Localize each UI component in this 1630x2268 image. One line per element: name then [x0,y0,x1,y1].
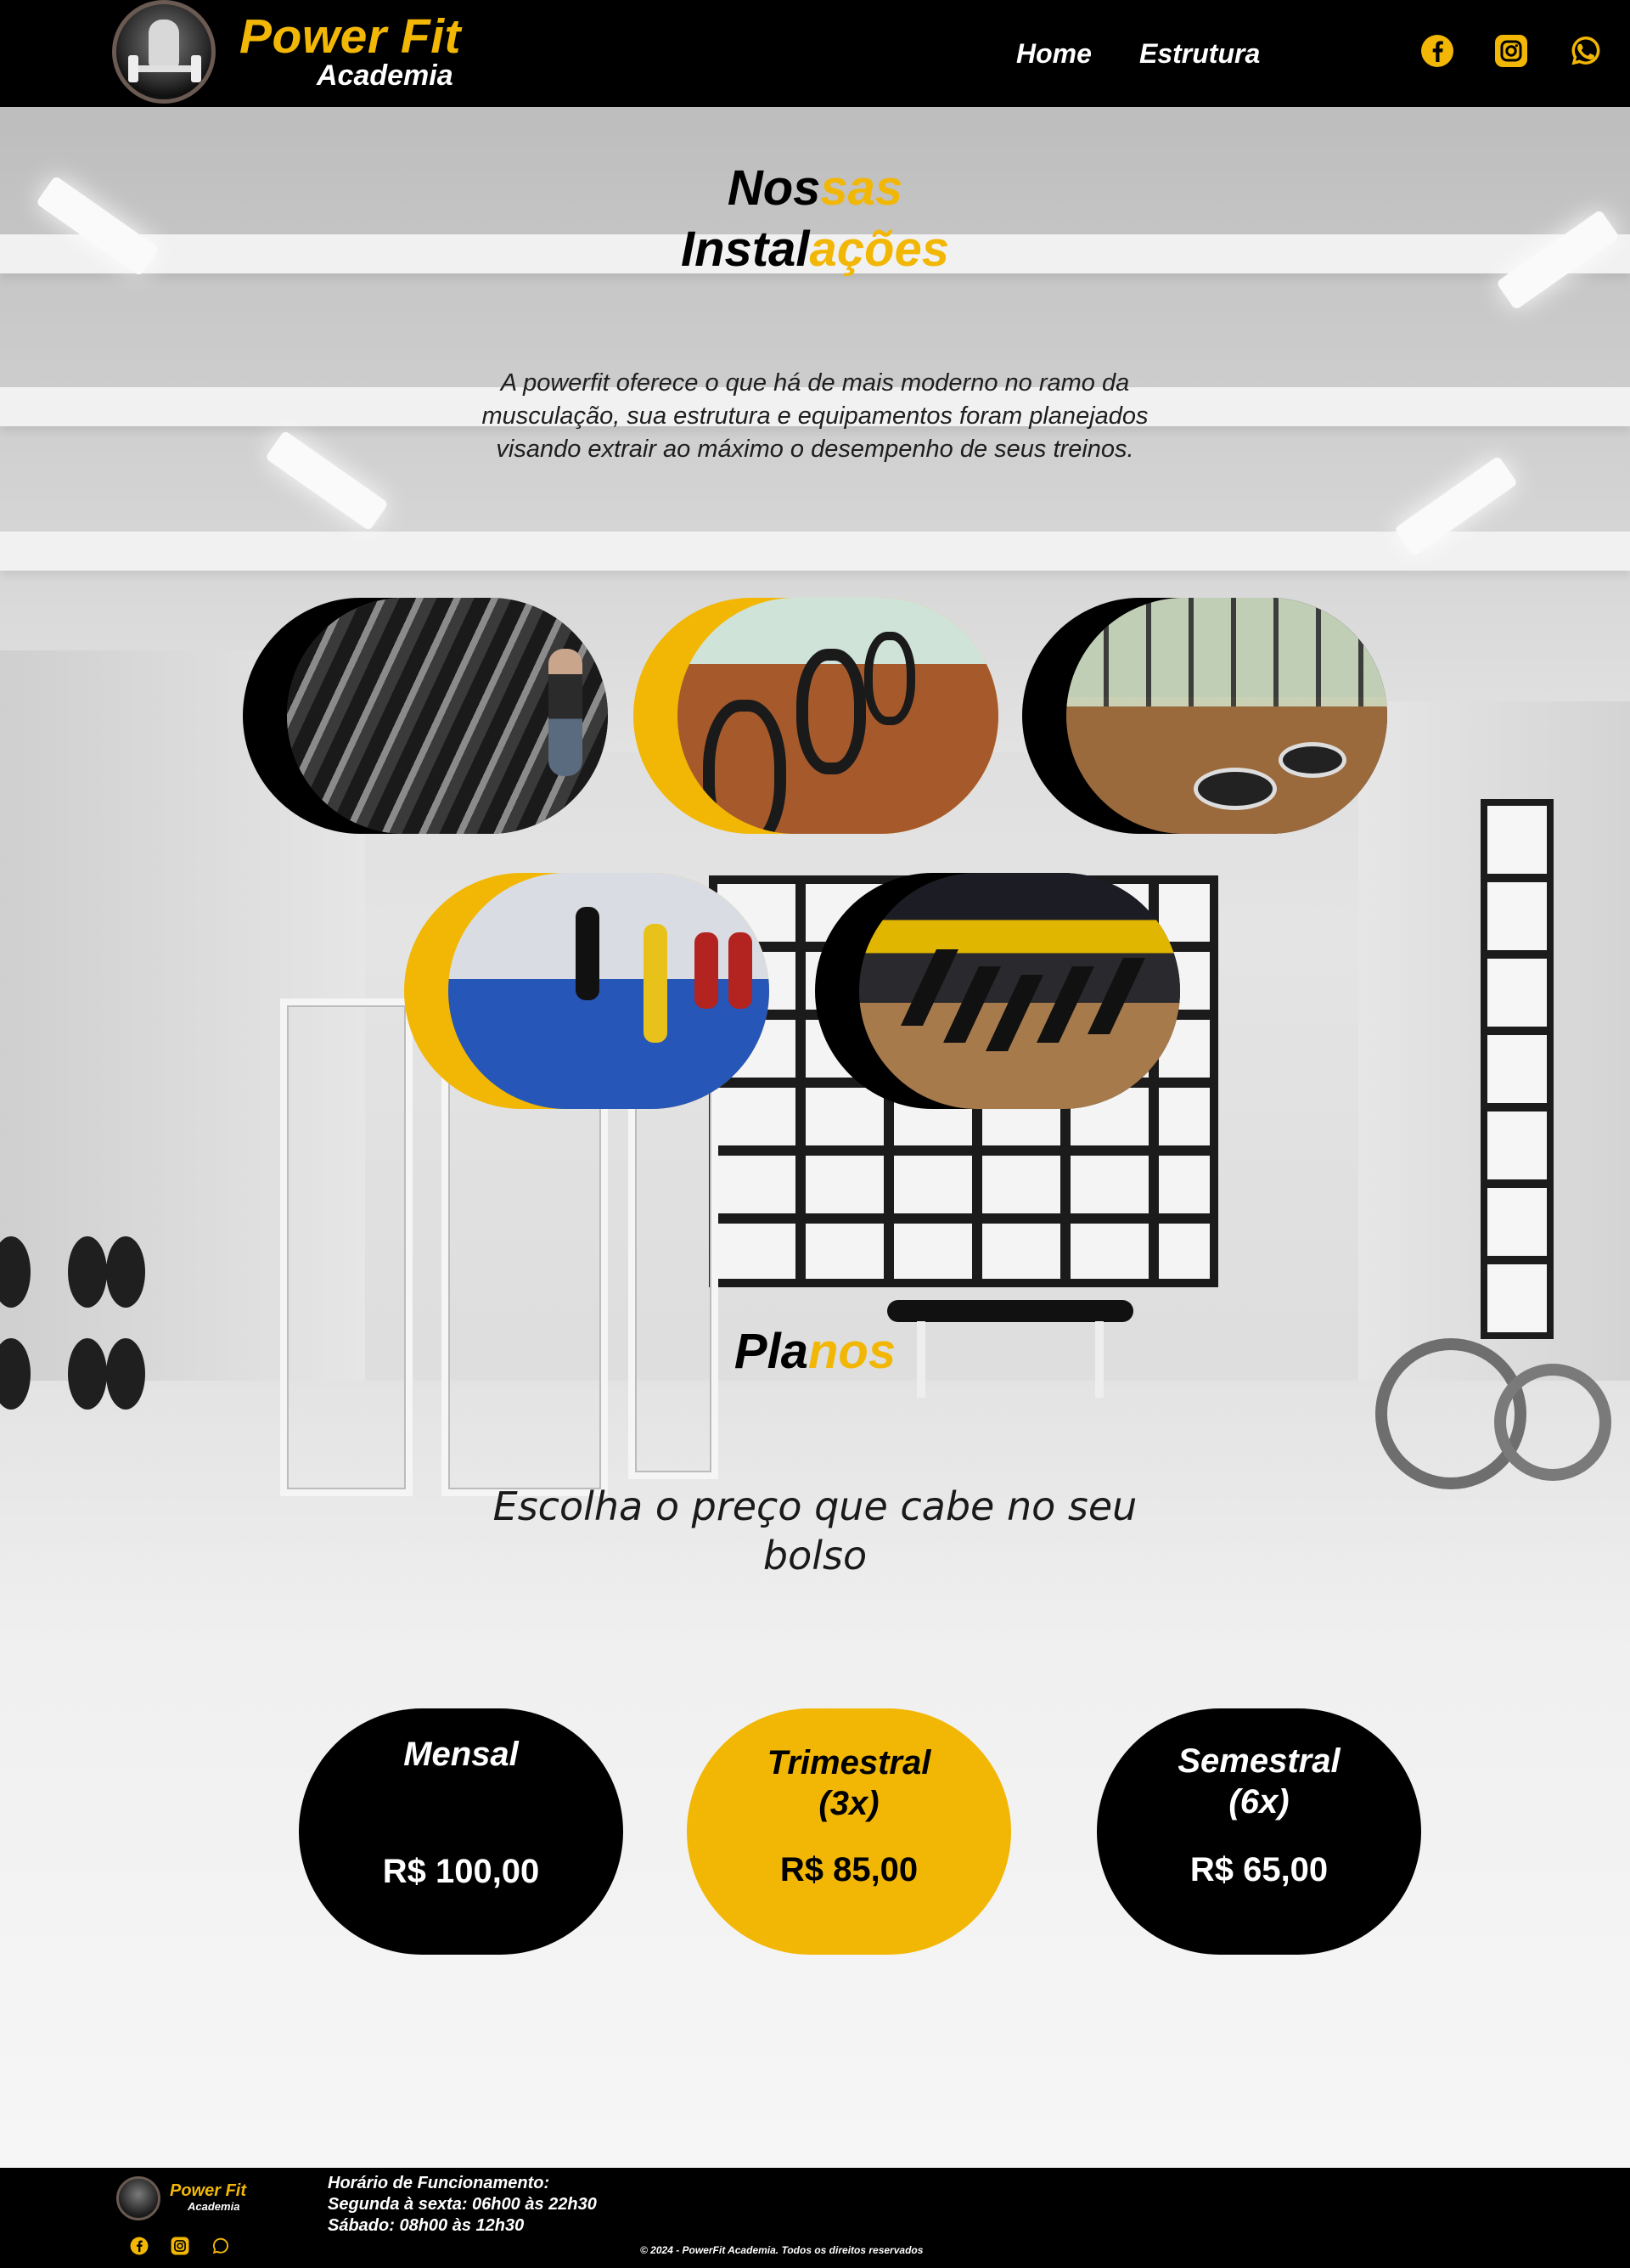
weight-plate [106,1338,145,1410]
window [1481,799,1554,1339]
weight-plate [68,1236,107,1308]
facility-card-dumbbells [243,598,608,834]
brand-subtitle: Academia [317,59,453,92]
facebook-icon[interactable] [130,2237,149,2255]
plan-name: Mensal [403,1736,519,1773]
hours-weekdays: Segunda à sexta: 06h00 às 22h30 [328,2195,597,2214]
planos-subtitle: Escolha o preço que cabe no seu bolso [492,1483,1138,1579]
bench [887,1300,1133,1322]
title-fragment-accent: nos [807,1324,896,1379]
title-fragment: Instal [681,222,810,277]
footer-brand-title: Power Fit [170,2181,247,2200]
studio-windows [1066,598,1387,706]
weight-machine [943,966,1001,1043]
cardio-area-photo [677,598,998,834]
barbell-icon [128,55,201,82]
facility-card-studio [1022,598,1387,834]
facility-card-weights [815,873,1180,1109]
cardio-machine [796,649,866,774]
punching-bag [728,932,752,1009]
plan-price: R$ 65,00 [1189,1851,1329,1888]
punching-bag [694,932,718,1009]
trampoline [1279,742,1346,778]
dumbbell-rack-photo [287,598,608,834]
footer-brand-subtitle: Academia [188,2200,240,2213]
opening-hours: Horário de Funcionamento: Segunda à sext… [328,2173,599,2237]
plan-card-trimestral[interactable]: Trimestral (3x) R$ 85,00 [687,1708,1011,1955]
facility-card-boxing [404,873,769,1109]
hours-saturday: Sábado: 08h00 às 12h30 [328,2216,525,2235]
brand-title: Power Fit [239,9,462,64]
nav-estrutura-link[interactable]: Estrutura [1139,38,1260,70]
plan-name: Trimestral (3x) [767,1744,931,1822]
instalacoes-title: Nossas Instalações [654,158,976,280]
functional-studio-photo [1066,598,1387,834]
whatsapp-icon[interactable] [1569,34,1603,68]
instagram-icon[interactable] [1494,34,1528,68]
photo-fill [859,873,1180,1109]
title-fragment: Nos [727,160,821,216]
photo-fill [677,598,998,834]
title-fragment-accent: sas [820,160,903,216]
weightlifter-icon [149,20,179,69]
punching-bag [644,924,667,1043]
elliptical-machine [1494,1364,1611,1481]
weight-machine [1037,966,1094,1043]
site-footer: Power Fit Academia Horário de Funcioname… [0,2168,1630,2268]
plan-name: Semestral (6x) [1178,1742,1341,1821]
plan-price: R$ 85,00 [779,1851,919,1888]
title-fragment-accent: ações [809,222,949,277]
weight-machine [1088,958,1145,1034]
weight-plate [68,1338,107,1410]
plan-card-semestral[interactable]: Semestral (6x) R$ 65,00 [1097,1708,1421,1955]
cable-machine [280,999,413,1496]
bench-leg [1095,1321,1104,1398]
plan-price: R$ 100,00 [382,1853,540,1890]
footer-logo-badge[interactable] [116,2176,160,2220]
planos-title: Planos [662,1321,968,1382]
weight-plate [106,1236,145,1308]
cardio-machine [703,700,786,834]
cardio-machine [864,632,915,725]
weight-machine [901,949,958,1026]
ceiling-beam [0,532,1630,571]
whatsapp-icon[interactable] [211,2237,230,2255]
person [548,649,582,776]
plan-card-mensal[interactable]: Mensal R$ 100,00 [299,1708,623,1955]
copyright-text: © 2024 - PowerFit Academia. Todos os dir… [640,2244,924,2256]
logo-badge[interactable] [112,0,216,104]
instagram-icon[interactable] [171,2237,189,2255]
punching-bag [576,907,599,1000]
boxing-area-photo [448,873,769,1109]
weight-machines-photo [859,873,1180,1109]
instalacoes-description: A powerfit oferece o que há de mais mode… [481,369,1149,463]
nav-home-link[interactable]: Home [1016,38,1092,70]
title-fragment: Pla [734,1324,808,1379]
hours-title: Horário de Funcionamento: [328,2174,550,2192]
photo-fill [1066,598,1387,834]
site-header: Power Fit Academia Home Estrutura [0,0,1630,107]
facility-card-cardio [633,598,998,834]
photo-fill [448,873,769,1109]
photo-fill [287,598,608,834]
facebook-icon[interactable] [1420,34,1454,68]
trampoline [1194,768,1277,810]
weight-machine [986,975,1043,1051]
